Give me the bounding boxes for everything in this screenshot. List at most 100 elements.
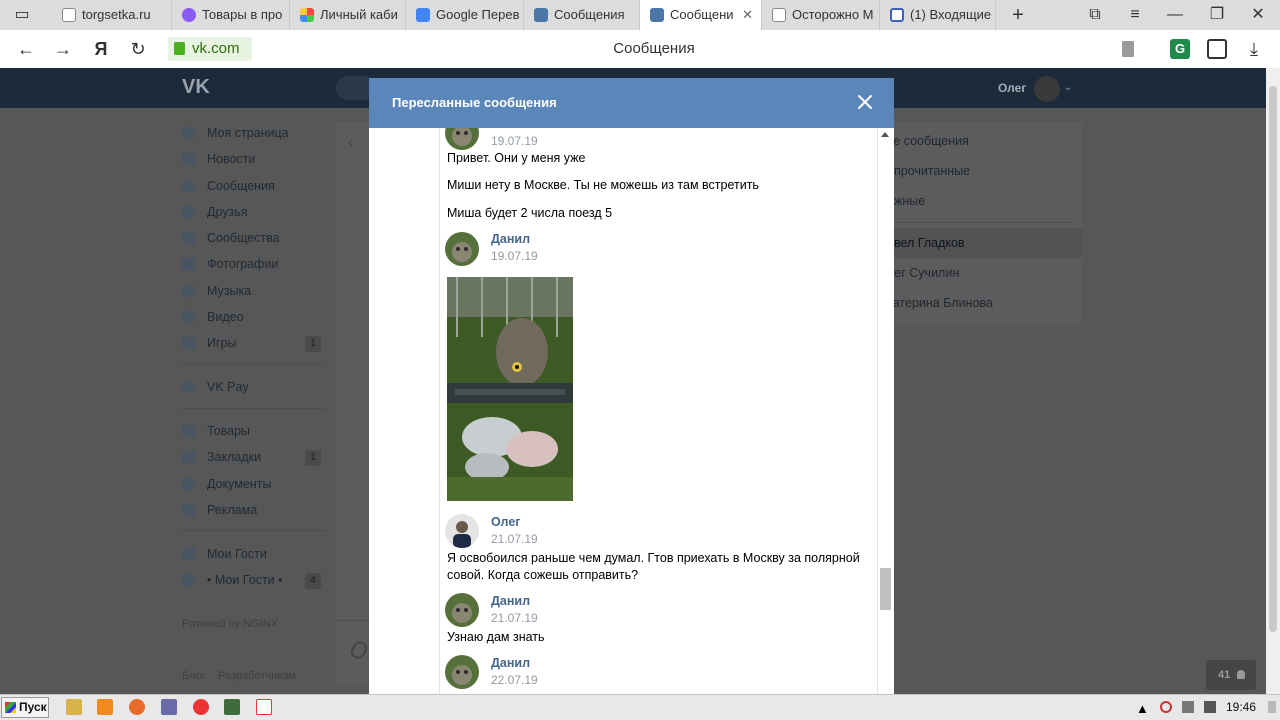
- tab-torgsetka[interactable]: torgsetka.ru: [52, 0, 172, 30]
- vk-message-icon: [534, 8, 548, 22]
- yandex-icon[interactable]: [193, 699, 209, 715]
- speaker-icon[interactable]: [1204, 701, 1216, 713]
- tab-google-translate[interactable]: Google Перев: [406, 0, 524, 30]
- keyboard-icon[interactable]: [1182, 701, 1194, 713]
- menu-item-guests-2[interactable]: • Мои Гости • 4: [180, 567, 325, 593]
- user-icon: [182, 127, 195, 139]
- tab-inbox[interactable]: (1) Входящие: [880, 0, 996, 30]
- app-icon[interactable]: [224, 699, 240, 715]
- tab-label: Сообщени: [670, 7, 734, 22]
- video-icon: [182, 311, 195, 323]
- network-icon[interactable]: [1160, 701, 1172, 713]
- url-field[interactable]: vk.com: [168, 37, 252, 61]
- footer-link-developers[interactable]: Разработчикам: [218, 670, 296, 682]
- colorful-icon: [300, 8, 314, 22]
- folder-icon[interactable]: [66, 699, 82, 715]
- filter-unread[interactable]: епрочитанные: [880, 156, 1082, 186]
- firefox-icon[interactable]: [129, 699, 145, 715]
- owl-photo[interactable]: [447, 277, 573, 501]
- menu-item-news[interactable]: Новости: [180, 146, 325, 172]
- dialog-ekaterina-blinova[interactable]: катерина Блинова: [880, 288, 1082, 318]
- tab-careful[interactable]: Осторожно М: [762, 0, 880, 30]
- menu-item-my-page[interactable]: Моя страница: [180, 120, 325, 146]
- grammarly-icon[interactable]: G: [1170, 39, 1190, 59]
- online-friends-badge[interactable]: 41: [1206, 660, 1256, 690]
- menu-item-vk-pay[interactable]: VK Pay: [180, 374, 325, 400]
- chevron-down-icon[interactable]: ⌄: [1064, 68, 1072, 108]
- menu-item-video[interactable]: Видео: [180, 304, 325, 330]
- message-date: 19.07.19: [491, 249, 538, 263]
- scrollbar-thumb[interactable]: [1269, 86, 1277, 632]
- avatar[interactable]: [1034, 76, 1060, 102]
- google-icon: [416, 8, 430, 22]
- sender-name[interactable]: Данил: [491, 594, 530, 608]
- menu-item-bookmarks[interactable]: Закладки 1: [180, 444, 325, 470]
- tab-goods[interactable]: Товары в про: [172, 0, 290, 30]
- yandex-browser-icon[interactable]: [256, 699, 272, 715]
- menu-icon[interactable]: ≡: [1115, 0, 1155, 30]
- show-desktop-button[interactable]: [1268, 701, 1276, 713]
- dialog-oleg-suchilin[interactable]: лег Сучилин: [880, 258, 1082, 288]
- bookmark-icon[interactable]: [1122, 41, 1134, 57]
- close-window-icon[interactable]: ✕: [1238, 0, 1278, 30]
- sender-name[interactable]: Данил: [491, 656, 530, 670]
- menu-item-ads[interactable]: Реклама: [180, 497, 325, 523]
- menu-item-documents[interactable]: Документы: [180, 471, 325, 497]
- start-button[interactable]: Пуск: [1, 697, 49, 718]
- tab-label: Личный каби: [320, 7, 398, 22]
- footer-link-blog[interactable]: Блог: [182, 670, 206, 682]
- count-badge: 4: [305, 573, 321, 589]
- menu-item-music[interactable]: Музыка: [180, 278, 325, 304]
- menu-item-friends[interactable]: Друзья: [180, 199, 325, 225]
- clock: 19:46: [1226, 700, 1257, 714]
- filter-important[interactable]: ажные: [880, 186, 1082, 216]
- new-tab-button[interactable]: +: [998, 0, 1038, 30]
- group-icon: [182, 232, 195, 244]
- menu-item-photos[interactable]: Фотографии: [180, 251, 325, 277]
- filter-all-messages[interactable]: се сообщения: [880, 126, 1082, 156]
- dialog-pavel-gladkov[interactable]: авел Гладков: [880, 228, 1082, 258]
- taskbar: Пуск ▲ 19:46: [0, 694, 1280, 720]
- chevron-left-icon[interactable]: ‹: [348, 134, 353, 152]
- menu-item-goods[interactable]: Товары: [180, 418, 325, 444]
- message-text: Миша будет 2 числа поезд 5: [447, 206, 613, 220]
- download-icon[interactable]: ⤓: [1236, 30, 1272, 68]
- menu-item-guests[interactable]: Мои Гости: [180, 541, 325, 567]
- lock-icon: [174, 42, 185, 55]
- avatar[interactable]: [445, 655, 479, 689]
- vk-user-name[interactable]: Олег: [998, 68, 1026, 108]
- close-tab-icon[interactable]: ✕: [742, 0, 753, 30]
- tray-arrow-icon[interactable]: ▲: [1136, 701, 1149, 716]
- avatar[interactable]: [445, 128, 479, 150]
- message-date: 19.07.19: [491, 134, 538, 148]
- mail-icon: [890, 8, 904, 22]
- message-date: 21.07.19: [491, 611, 538, 625]
- modal-scrollbar[interactable]: [879, 128, 892, 694]
- scrollbar-thumb[interactable]: [880, 568, 891, 610]
- tab-account[interactable]: Личный каби: [290, 0, 406, 30]
- sender-name[interactable]: Данил: [491, 232, 530, 246]
- avatar[interactable]: [445, 232, 479, 266]
- message-date: 21.07.19: [491, 532, 538, 546]
- avatar[interactable]: [445, 593, 479, 627]
- scroll-up-icon[interactable]: [881, 132, 889, 137]
- tab-messages-active[interactable]: Сообщени ✕: [640, 0, 762, 30]
- message-text: Я освобоился раньше чем думал. Гтов прие…: [447, 551, 860, 582]
- attach-icon[interactable]: [348, 638, 370, 662]
- sender-name[interactable]: Олег: [491, 515, 521, 529]
- page-scrollbar[interactable]: [1266, 68, 1280, 694]
- app-icon[interactable]: [161, 699, 177, 715]
- menu-item-messages[interactable]: Сообщения: [180, 173, 325, 199]
- translate-extension-icon[interactable]: [1207, 39, 1227, 59]
- vk-logo-icon[interactable]: VK: [182, 76, 212, 98]
- menu-item-communities[interactable]: Сообщества: [180, 225, 325, 251]
- menu-item-games[interactable]: Игры 1: [180, 330, 325, 356]
- tab-manager-icon[interactable]: ⧉: [1075, 0, 1115, 30]
- tab-messages[interactable]: Сообщения: [524, 0, 640, 30]
- sidebar-toggle-icon[interactable]: ▭: [2, 0, 42, 30]
- minimize-icon[interactable]: —: [1155, 0, 1195, 30]
- restore-icon[interactable]: ❐: [1197, 0, 1237, 30]
- media-player-icon[interactable]: [97, 699, 113, 715]
- avatar[interactable]: [445, 514, 479, 548]
- close-icon[interactable]: [856, 93, 874, 111]
